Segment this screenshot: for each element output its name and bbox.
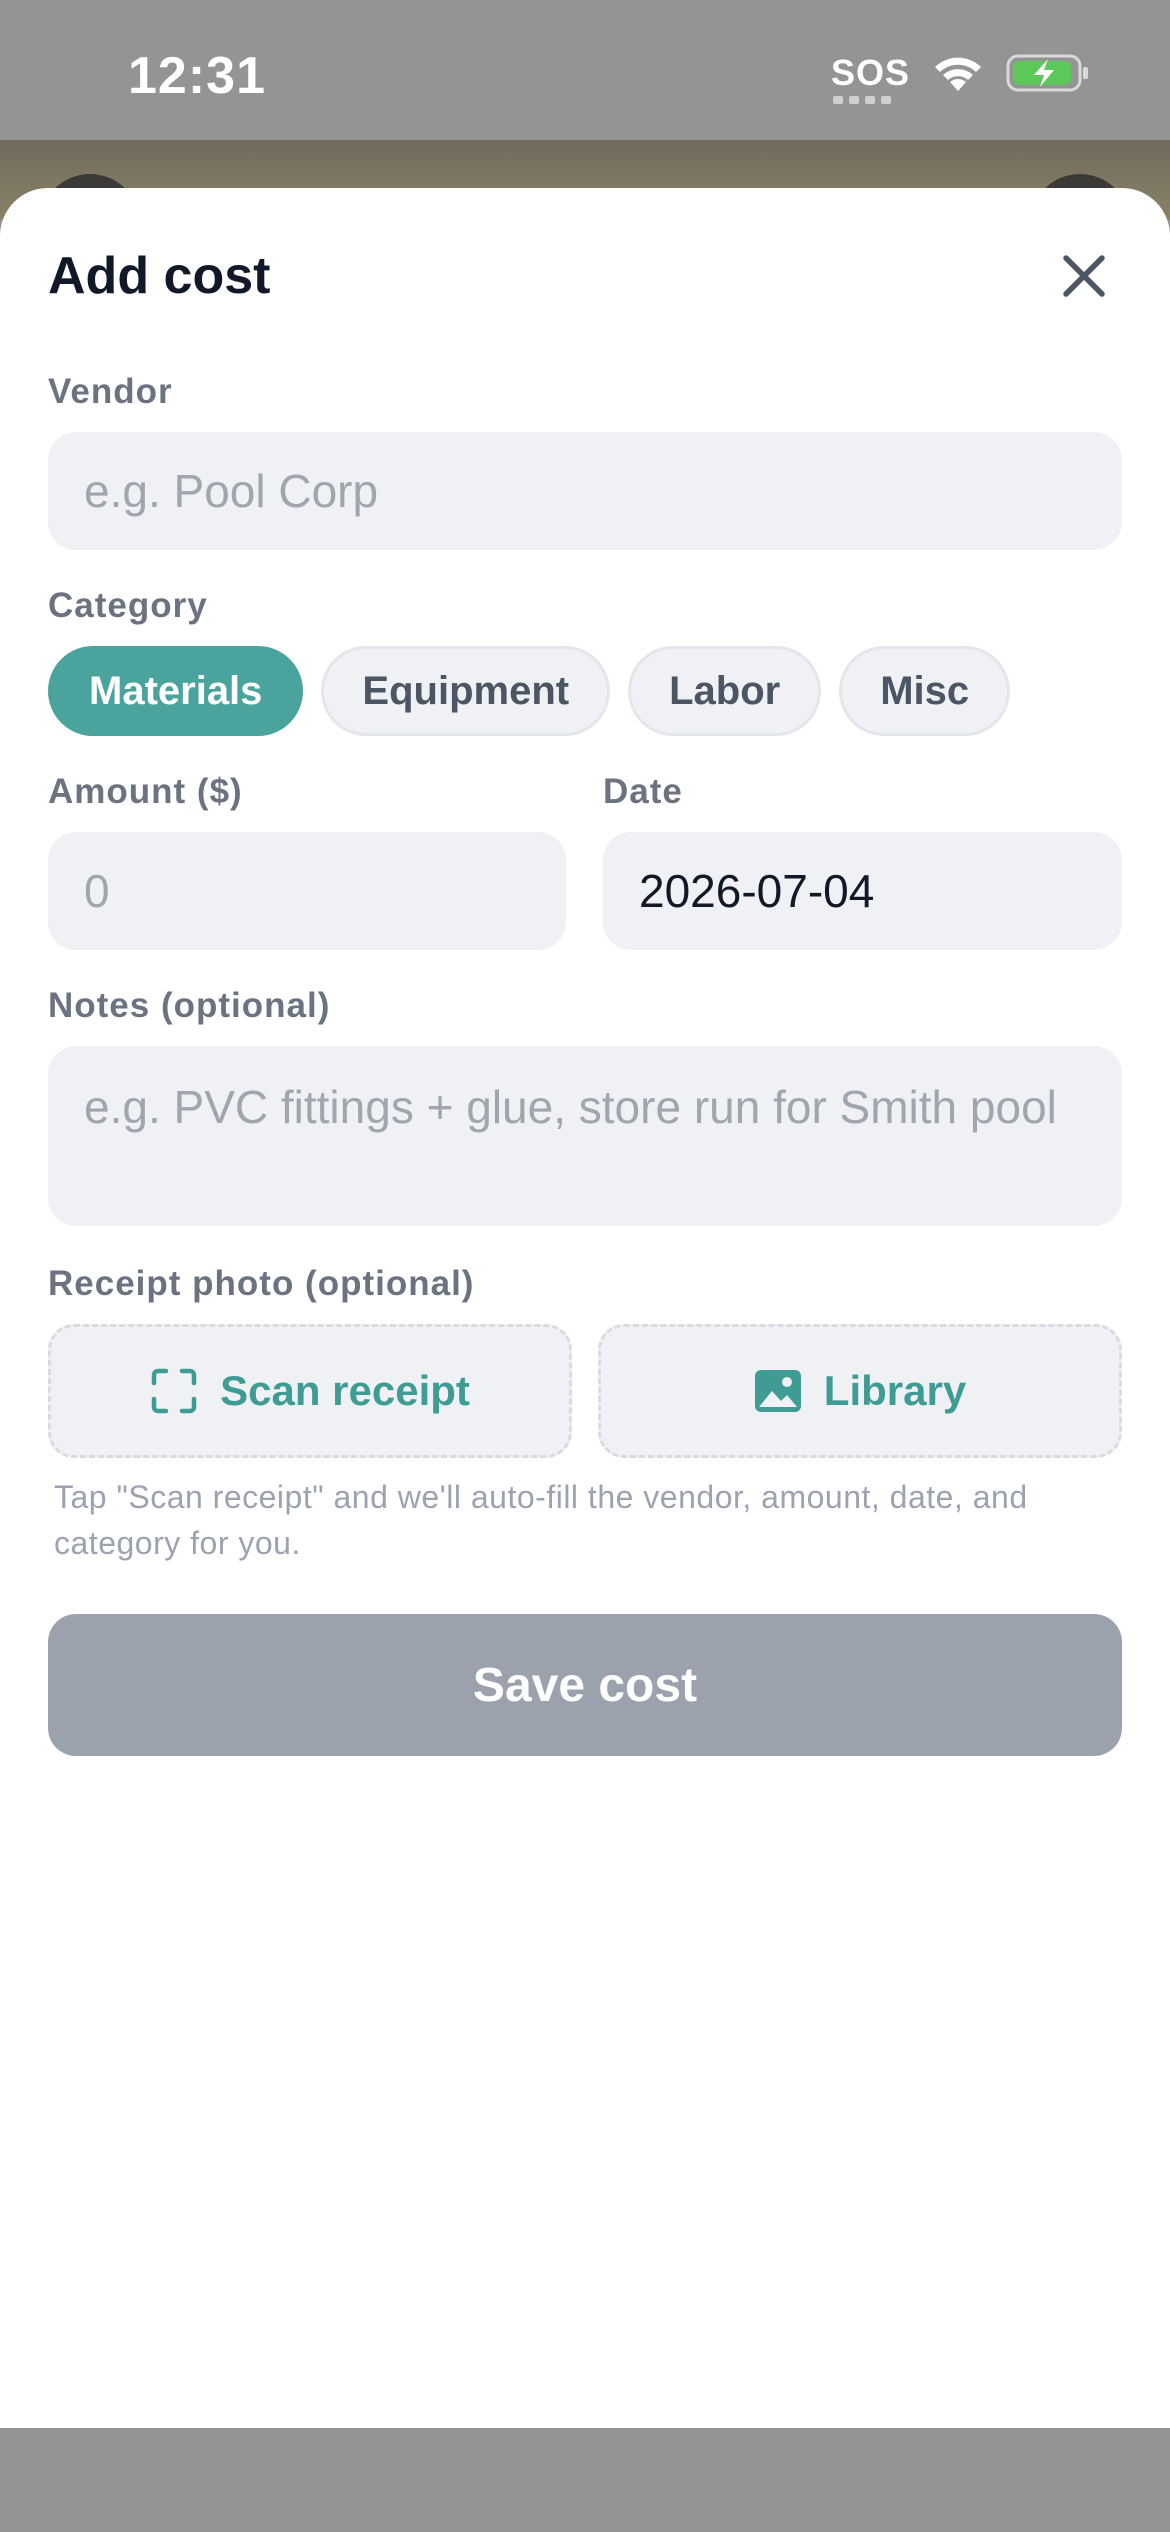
date-label: Date [603, 772, 683, 811]
category-chip-misc[interactable]: Misc [839, 646, 1011, 736]
library-label: Library [823, 1367, 967, 1414]
category-label: Category [48, 586, 208, 625]
scan-hint-text: Tap "Scan receipt" and we'll auto-fill t… [54, 1479, 1028, 1561]
scan-receipt-label: Scan receipt [220, 1367, 470, 1414]
add-cost-sheet: Add cost Vendor Category Materials Equip… [0, 188, 1170, 2428]
status-icons: SOS [830, 52, 1090, 104]
receipt-label: Receipt photo (optional) [48, 1264, 475, 1303]
signal-dots [832, 96, 891, 104]
close-button[interactable] [1052, 244, 1116, 308]
save-cost-button[interactable]: Save cost [48, 1614, 1122, 1756]
sos-indicator: SOS [830, 52, 910, 104]
category-chip-materials[interactable]: Materials [48, 646, 304, 736]
status-time: 12:31 [128, 47, 266, 105]
status-bar: 12:31 SOS [0, 0, 1170, 140]
image-icon [754, 1370, 801, 1412]
battery-charging-icon [1006, 54, 1088, 92]
amount-label: Amount ($) [48, 772, 243, 811]
notes-label: Notes (optional) [48, 986, 331, 1025]
category-chip-labor[interactable]: Labor [628, 646, 822, 736]
category-chip-equipment[interactable]: Equipment [321, 646, 611, 736]
library-button[interactable]: Library [598, 1324, 1122, 1458]
vendor-label: Vendor [48, 372, 173, 411]
close-icon [1063, 255, 1105, 297]
sos-label: SOS [830, 52, 910, 93]
date-input[interactable] [603, 832, 1122, 950]
category-chips: Materials Equipment Labor Misc [48, 646, 1011, 736]
scan-receipt-button[interactable]: Scan receipt [48, 1324, 572, 1458]
amount-input[interactable] [48, 832, 566, 950]
wifi-icon [935, 57, 981, 91]
bottom-scrim [0, 2428, 1170, 2532]
sheet-title: Add cost [48, 247, 271, 305]
vendor-input[interactable] [48, 432, 1122, 550]
scan-icon [151, 1368, 197, 1414]
notes-textarea[interactable] [48, 1046, 1122, 1226]
